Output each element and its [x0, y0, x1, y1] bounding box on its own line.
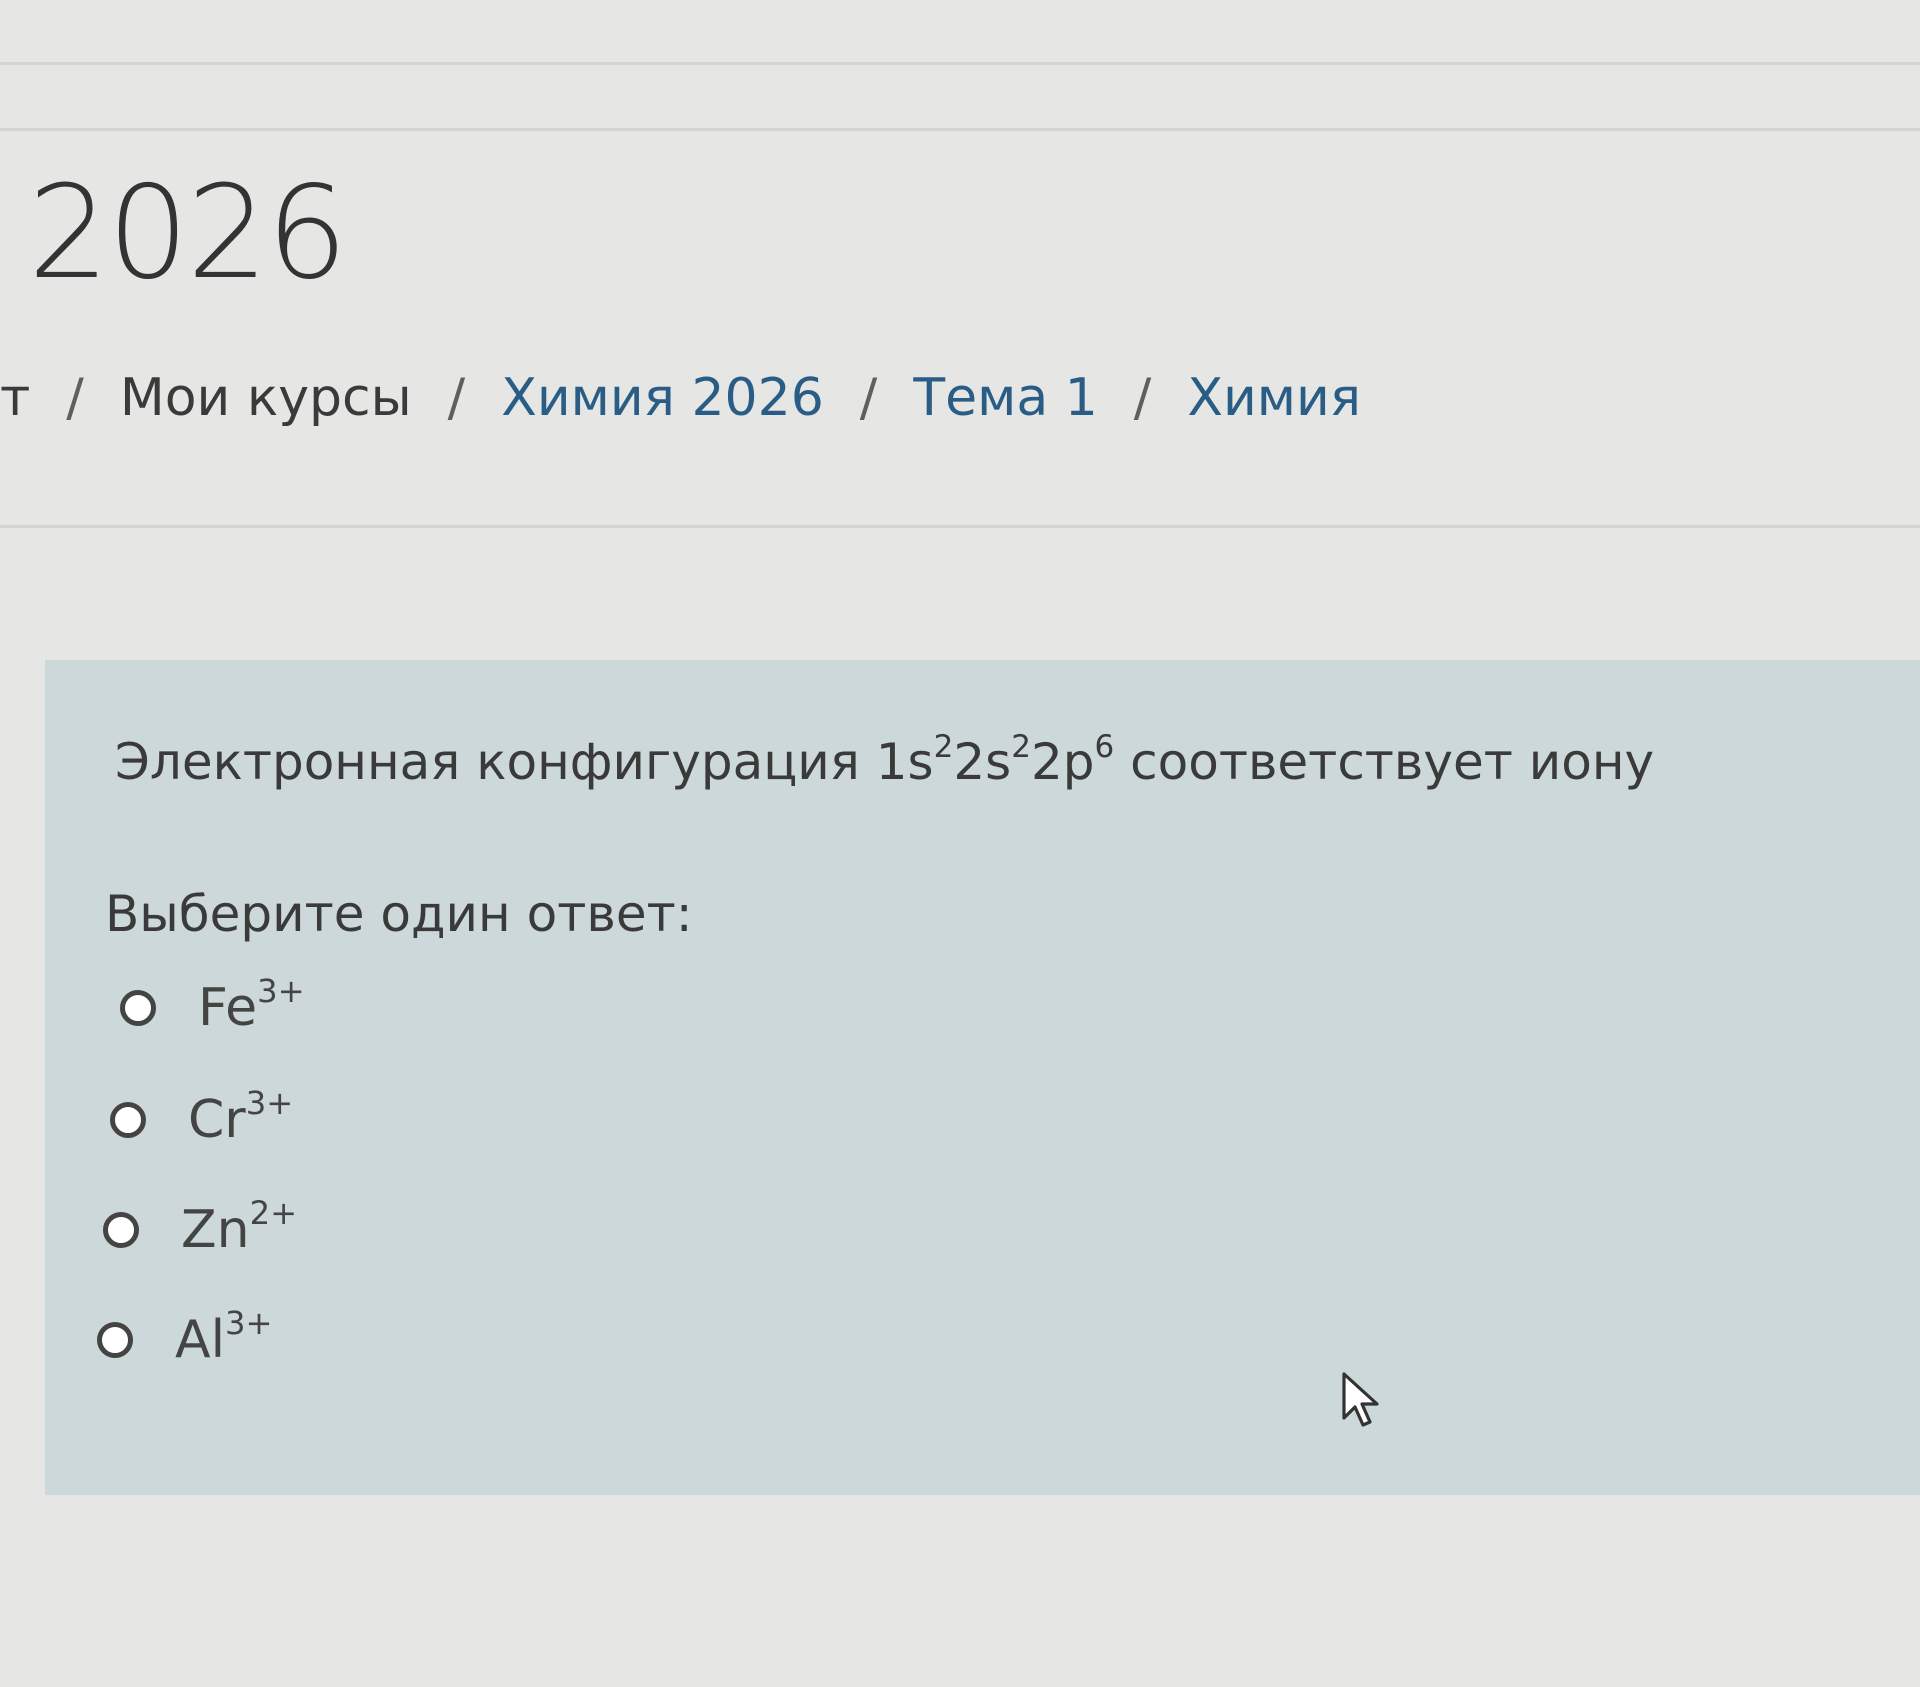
question-card: Электронная конфигурация 1s22s22p6 соотв…: [45, 660, 1920, 1495]
header-divider: [0, 62, 1920, 65]
orbital-2s: 2s: [953, 733, 1012, 791]
breadcrumb-chemistry[interactable]: Химия: [1187, 372, 1361, 424]
orbital-2s-electrons: 2: [1011, 728, 1031, 765]
breadcrumb-separator: /: [447, 368, 466, 428]
orbital-1s: 1s: [875, 733, 934, 791]
answer-prompt: Выберите один ответ:: [105, 885, 693, 943]
orbital-1s-electrons: 2: [933, 728, 954, 765]
orbital-2p-electrons: 6: [1094, 728, 1115, 765]
answer-option-fe[interactable]: Fe3+: [120, 975, 305, 1038]
answer-charge: 3+: [225, 1303, 273, 1342]
answer-label[interactable]: Fe3+: [198, 975, 305, 1038]
radio-button-icon[interactable]: [110, 1102, 146, 1138]
answer-label[interactable]: Zn2+: [181, 1197, 297, 1260]
answer-option-zn[interactable]: Zn2+: [103, 1197, 297, 1260]
mouse-pointer-icon: [1342, 1372, 1379, 1427]
breadcrumb-my-courses[interactable]: Мои курсы: [120, 372, 412, 424]
header-divider: [0, 128, 1920, 131]
breadcrumb-separator: /: [1133, 368, 1152, 428]
breadcrumb-chemistry-2026[interactable]: Химия 2026: [501, 372, 824, 424]
question-text-end: соответствует иону: [1114, 733, 1655, 791]
breadcrumb-truncated-item[interactable]: т: [0, 372, 30, 424]
radio-button-icon[interactable]: [103, 1212, 139, 1248]
radio-button-icon[interactable]: [97, 1322, 133, 1358]
answer-charge: 3+: [257, 971, 305, 1010]
question-text-start: Электронная конфигурация: [115, 733, 876, 791]
answer-charge: 3+: [245, 1083, 294, 1122]
orbital-2p: 2p: [1030, 733, 1095, 791]
answer-option-cr[interactable]: Cr3+: [110, 1087, 293, 1150]
breadcrumb: т / Мои курсы / Химия 2026 / Тема 1 / Хи…: [0, 372, 1361, 424]
radio-button-icon[interactable]: [120, 990, 156, 1026]
answer-element: Fe: [198, 978, 258, 1038]
question-text: Электронная конфигурация 1s22s22p6 соотв…: [115, 731, 1655, 792]
answer-label[interactable]: Al3+: [175, 1307, 273, 1370]
answer-element: Zn: [181, 1200, 250, 1260]
answer-element: Cr: [188, 1090, 246, 1150]
breadcrumb-separator: /: [66, 368, 84, 428]
page-title: 2026: [28, 159, 348, 308]
electron-configuration: 1s22s22p6: [875, 731, 1115, 791]
page-header: 2026 т / Мои курсы / Химия 2026 / Тема 1…: [0, 0, 1920, 540]
answer-element: Al: [175, 1310, 226, 1370]
answer-option-al[interactable]: Al3+: [97, 1307, 273, 1370]
answer-charge: 2+: [249, 1193, 298, 1232]
breadcrumb-divider: [0, 525, 1920, 528]
breadcrumb-topic-1[interactable]: Тема 1: [913, 372, 1097, 424]
breadcrumb-separator: /: [859, 368, 878, 428]
answer-label[interactable]: Cr3+: [188, 1087, 293, 1150]
